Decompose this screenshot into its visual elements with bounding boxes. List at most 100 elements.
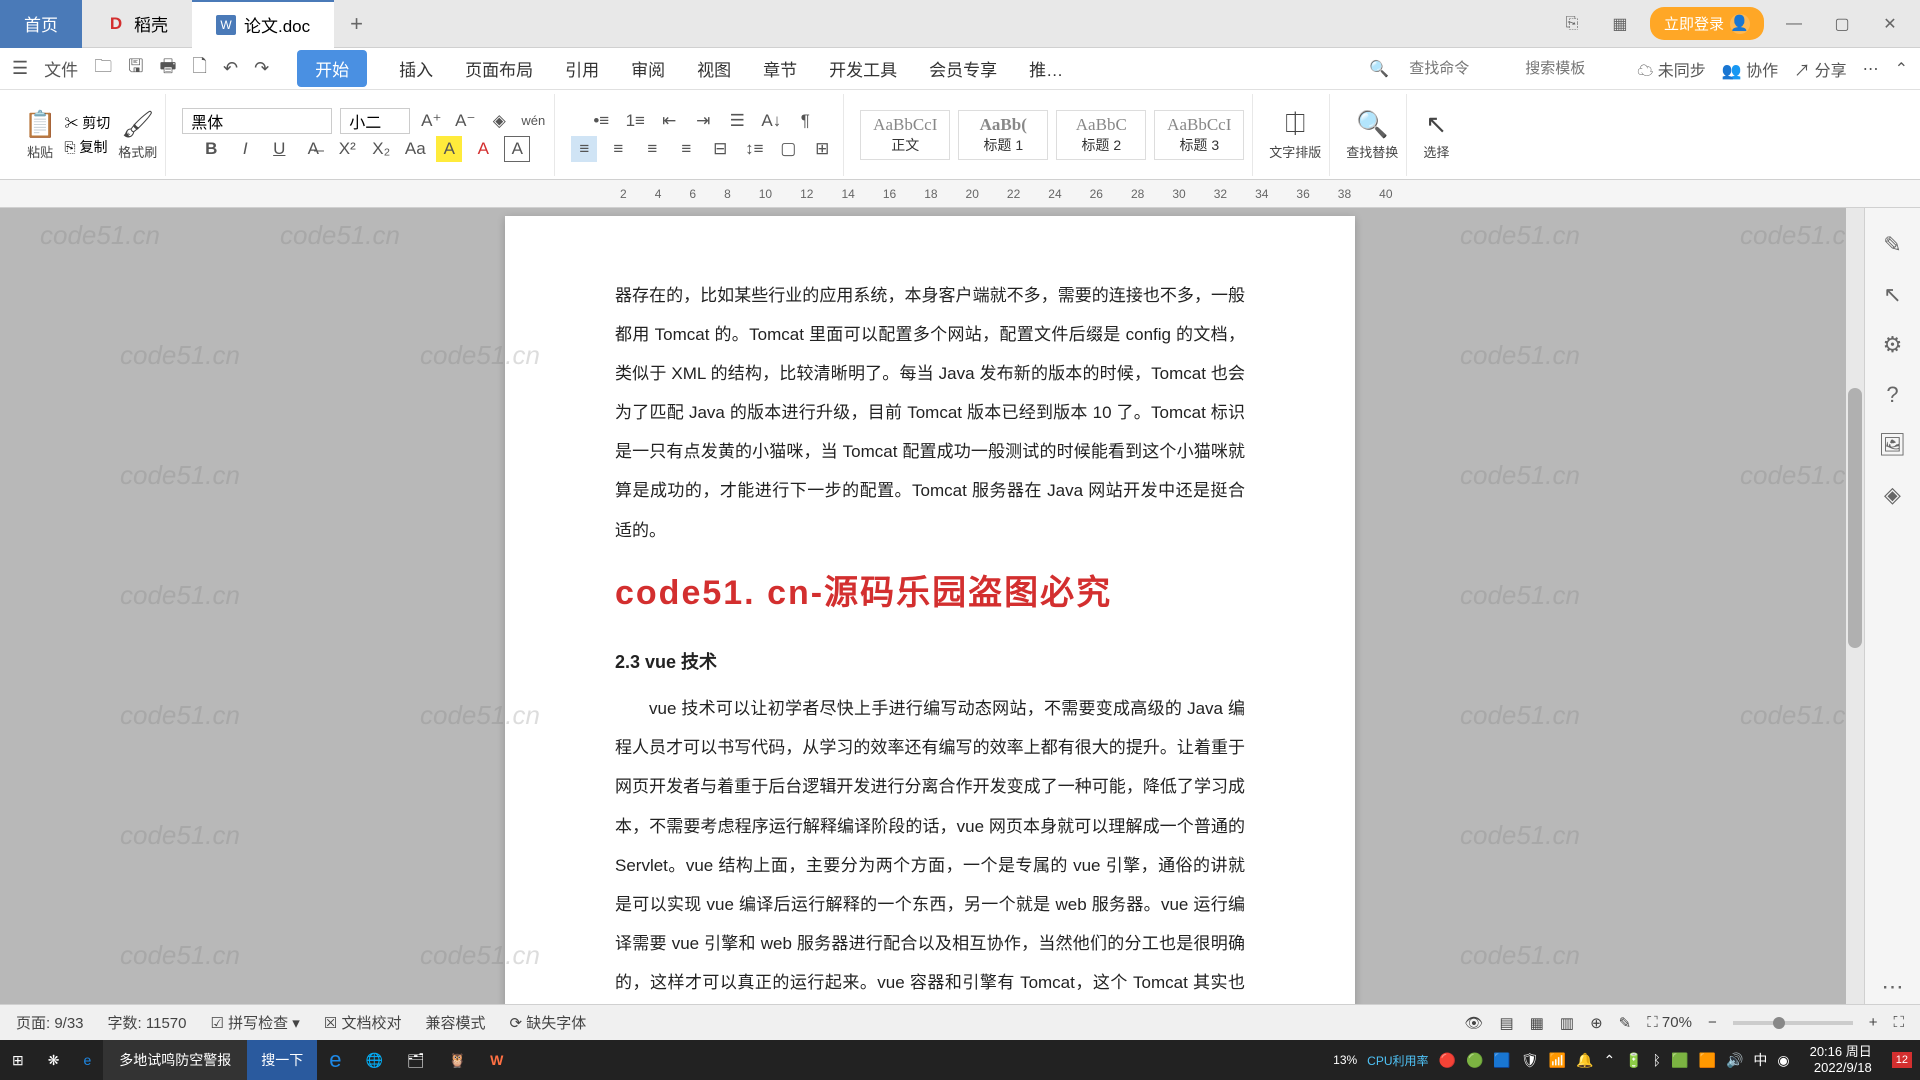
document-page[interactable]: 器存在的，比如某些行业的应用系统，本身客户端就不多，需要的连接也不多，一般都用 …: [505, 216, 1355, 1016]
tab-home[interactable]: 首页: [0, 0, 82, 48]
missing-font[interactable]: ⟳ 缺失字体: [509, 1012, 586, 1033]
tray-icon[interactable]: 🟧: [1699, 1052, 1716, 1069]
read-view-icon[interactable]: ▤: [1500, 1014, 1514, 1032]
volume-icon[interactable]: 🔊: [1726, 1052, 1743, 1069]
pen-icon[interactable]: ✎: [1619, 1014, 1632, 1032]
zoom-fit-icon[interactable]: ⛶ 70%: [1647, 1014, 1692, 1031]
hamburger-icon[interactable]: ☰: [12, 58, 28, 79]
redo-icon[interactable]: ↷: [254, 58, 269, 79]
find-replace-button[interactable]: 🔍查找替换: [1346, 109, 1398, 161]
format-brush-button[interactable]: 🖌格式刷: [118, 109, 157, 161]
ie-icon[interactable]: e: [71, 1040, 103, 1080]
image-icon[interactable]: 🖼: [1879, 432, 1907, 458]
close-button[interactable]: ✕: [1872, 6, 1908, 42]
page-indicator[interactable]: 页面: 9/33: [16, 1012, 84, 1033]
tray-chevron-icon[interactable]: ⌃: [1603, 1052, 1615, 1069]
menu-review[interactable]: 审阅: [631, 50, 665, 87]
unsync-icon[interactable]: ☁ 未同步: [1637, 57, 1705, 81]
wps-icon[interactable]: W: [478, 1040, 515, 1080]
char-border-button[interactable]: A: [504, 136, 530, 162]
zoom-slider[interactable]: [1733, 1021, 1853, 1025]
align-center-button[interactable]: ≡: [605, 136, 631, 162]
cursor-icon[interactable]: ↖: [1883, 282, 1901, 308]
task-search[interactable]: 搜一下: [247, 1040, 317, 1080]
file-menu[interactable]: 文件: [44, 56, 78, 81]
edge-icon[interactable]: e: [317, 1040, 353, 1080]
pencil-icon[interactable]: ✎: [1883, 232, 1901, 258]
search-tpl-input[interactable]: [1521, 56, 1621, 81]
paste-button[interactable]: 📋粘贴: [24, 109, 56, 161]
align-left-button[interactable]: ≡: [571, 136, 597, 162]
phonetic-icon[interactable]: wén: [520, 108, 546, 134]
settings-icon[interactable]: ⚙: [1883, 332, 1903, 358]
underline-button[interactable]: U: [266, 136, 292, 162]
sort-button[interactable]: A↓: [758, 108, 784, 134]
scrollbar-thumb[interactable]: [1848, 388, 1862, 648]
more-icon[interactable]: ⋯: [1863, 59, 1879, 79]
cut-button[interactable]: ✂ 剪切: [64, 113, 110, 133]
eye-icon[interactable]: 👁: [1464, 1014, 1483, 1032]
tray-icon[interactable]: 🟦: [1493, 1052, 1510, 1069]
diamond-icon[interactable]: ◈: [1884, 482, 1901, 508]
search-cmd-input[interactable]: [1405, 56, 1505, 81]
font-select[interactable]: [182, 108, 332, 134]
menu-vip[interactable]: 会员专享: [929, 50, 997, 87]
line-spacing-button[interactable]: ↕≡: [741, 136, 767, 162]
ime-icon[interactable]: 中: [1753, 1050, 1767, 1070]
spell-check-button[interactable]: ☑ 拼写检查 ▾: [210, 1012, 299, 1033]
battery-icon[interactable]: 🔋: [1625, 1052, 1642, 1069]
web-view-icon[interactable]: ⊕: [1590, 1014, 1603, 1032]
italic-button[interactable]: I: [232, 136, 258, 162]
decrease-font-icon[interactable]: A⁻: [452, 108, 478, 134]
menu-start[interactable]: 开始: [297, 50, 367, 87]
undo-icon[interactable]: ↶: [223, 58, 238, 79]
preview-icon[interactable]: 🗋: [192, 54, 206, 84]
vertical-scrollbar[interactable]: [1846, 208, 1864, 1016]
align-right-button[interactable]: ≡: [639, 136, 665, 162]
zoom-out-button[interactable]: −: [1708, 1014, 1717, 1031]
explorer-icon[interactable]: 🗂: [395, 1040, 437, 1080]
zoom-in-button[interactable]: +: [1869, 1014, 1878, 1031]
tray-icon[interactable]: 🟢: [1466, 1052, 1483, 1069]
decrease-indent-button[interactable]: ⇤: [656, 108, 682, 134]
increase-indent-button[interactable]: ⇥: [690, 108, 716, 134]
increase-font-icon[interactable]: A⁺: [418, 108, 444, 134]
print-view-icon[interactable]: ▦: [1530, 1014, 1544, 1032]
help-icon[interactable]: ?: [1886, 382, 1898, 408]
layout1-icon[interactable]: ⎘: [1554, 6, 1590, 42]
case-button[interactable]: Aa: [402, 136, 428, 162]
asian-layout-button[interactable]: ☰: [724, 108, 750, 134]
tray-icon[interactable]: 🟩: [1671, 1052, 1688, 1069]
ruler[interactable]: 246810121416182022242628303234363840: [0, 180, 1920, 208]
tab-shell[interactable]: D 稻壳: [82, 0, 192, 48]
collab-button[interactable]: 👥 协作: [1722, 57, 1778, 81]
menu-ref[interactable]: 引用: [565, 50, 599, 87]
app-icon[interactable]: 🦉: [437, 1040, 478, 1080]
tray-icon[interactable]: 📶: [1549, 1052, 1566, 1069]
print-icon[interactable]: 🖶: [159, 54, 176, 84]
word-count[interactable]: 字数: 11570: [108, 1012, 187, 1033]
text-layout-button[interactable]: ⎅文字排版: [1269, 108, 1321, 161]
font-color-button[interactable]: A: [470, 136, 496, 162]
tray-icon[interactable]: 🔴: [1439, 1052, 1456, 1069]
clear-format-icon[interactable]: ◈: [486, 108, 512, 134]
select-button[interactable]: ↖选择: [1423, 109, 1449, 161]
copilot-icon[interactable]: ❋: [36, 1040, 72, 1080]
news-widget[interactable]: 多地试鸣防空警报: [103, 1040, 247, 1080]
numbering-button[interactable]: 1≡: [622, 108, 648, 134]
save-icon[interactable]: 🖫: [128, 54, 143, 84]
align-justify-button[interactable]: ≡: [673, 136, 699, 162]
subscript-button[interactable]: X₂: [368, 136, 394, 162]
outline-view-icon[interactable]: ▥: [1560, 1014, 1574, 1032]
bullets-button[interactable]: •≡: [588, 108, 614, 134]
tab-doc[interactable]: W 论文.doc: [192, 0, 334, 48]
tab-add[interactable]: +: [334, 11, 379, 37]
proofing-button[interactable]: ☒ 文档校对: [324, 1012, 402, 1033]
borders-button[interactable]: ⊞: [809, 136, 835, 162]
tray-icon[interactable]: 🛡: [1521, 1052, 1539, 1069]
menu-more[interactable]: 推…: [1029, 50, 1063, 87]
menu-dev[interactable]: 开发工具: [829, 50, 897, 87]
superscript-button[interactable]: X²: [334, 136, 360, 162]
menu-layout[interactable]: 页面布局: [465, 50, 533, 87]
bold-button[interactable]: B: [198, 136, 224, 162]
